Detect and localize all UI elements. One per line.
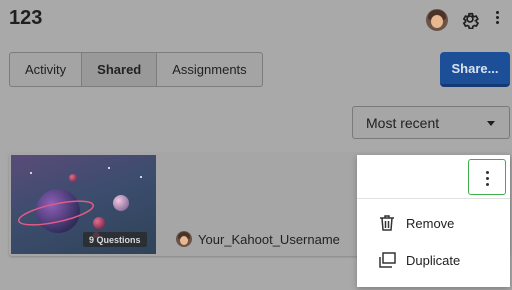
question-count-badge: 9 Questions: [83, 232, 147, 247]
tab-bar: Activity Shared Assignments: [9, 52, 263, 87]
more-vertical-icon[interactable]: [492, 11, 502, 27]
user-avatar[interactable]: [426, 9, 448, 31]
sort-dropdown[interactable]: Most recent: [352, 106, 510, 139]
menu-item-duplicate[interactable]: Duplicate: [357, 244, 510, 276]
card-more-options-button[interactable]: [468, 159, 506, 195]
card-context-menu: Remove Duplicate: [357, 155, 510, 287]
tab-assignments[interactable]: Assignments: [157, 53, 261, 86]
tab-shared[interactable]: Shared: [82, 53, 158, 86]
trash-icon: [380, 215, 394, 231]
kahoot-thumbnail[interactable]: 9 Questions: [11, 155, 156, 254]
menu-item-label: Remove: [406, 215, 455, 231]
sort-selected-label: Most recent: [366, 114, 440, 131]
share-button[interactable]: Share...: [440, 52, 510, 87]
gear-icon[interactable]: [460, 9, 480, 29]
page-title: 123: [9, 7, 43, 29]
menu-item-label: Duplicate: [406, 252, 461, 268]
duplicate-icon: [379, 252, 396, 268]
owner-avatar: [176, 231, 192, 247]
avatar-face: [180, 236, 188, 245]
menu-item-remove[interactable]: Remove: [357, 207, 510, 239]
menu-divider: [357, 198, 510, 199]
owner-username[interactable]: Your_Kahoot_Username: [198, 232, 340, 247]
avatar-face: [431, 15, 443, 28]
caret-down-icon: [487, 121, 495, 126]
tab-activity[interactable]: Activity: [10, 53, 83, 86]
